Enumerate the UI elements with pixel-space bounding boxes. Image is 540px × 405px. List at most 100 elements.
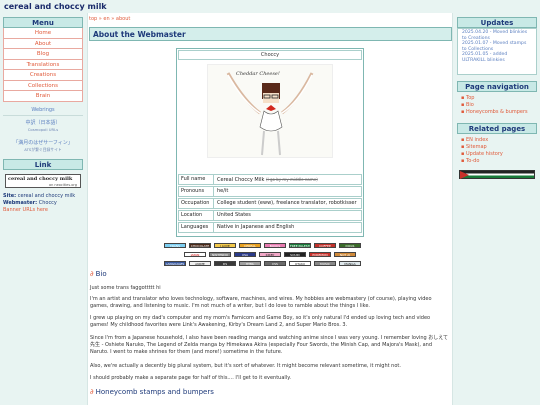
stamp: KIRBY xyxy=(259,252,281,257)
profile-card-title: Choccy xyxy=(178,50,362,60)
row-key: Location xyxy=(179,211,214,220)
link-info: Site: cereal and choccy milk Webmaster: … xyxy=(3,193,83,214)
webrings-label: Webrings xyxy=(3,107,83,116)
stamp: HTML xyxy=(239,261,261,266)
profile-card: Choccy Cheddar Cheese! Full name Cereal … xyxy=(176,48,364,237)
bio-heading: ∂ Bio xyxy=(90,270,107,278)
bio-paragraph-3: I grew up playing on my dad's computer a… xyxy=(90,315,431,328)
stamp: TRANS xyxy=(164,243,186,248)
stamp: BOOKS xyxy=(264,243,286,248)
nav-link-bio[interactable]: Bio xyxy=(461,102,533,109)
stamp: DOGS xyxy=(339,243,361,248)
nav-link-honeycombs[interactable]: Honeycombs & bumpers xyxy=(461,109,533,116)
menu-item-creations[interactable]: Creations xyxy=(3,70,83,81)
flag-triangle-icon xyxy=(460,171,469,179)
webring-sub-2: ATSが繋ぐ目録サイト xyxy=(24,146,62,152)
profile-row-pronouns: Pronouns he/it xyxy=(178,186,362,197)
related-link-sitemap[interactable]: Sitemap xyxy=(461,144,533,151)
menu-list: Home About Blog Translations Creations C… xyxy=(3,28,83,102)
row-value: College student (eww), freelance transla… xyxy=(217,200,357,206)
site-value: cereal and choccy milk xyxy=(17,192,76,199)
row-key: Occupation xyxy=(179,199,214,208)
site-banner[interactable]: cereal and choccy milk on neocities.org xyxy=(5,173,81,188)
page-title: About the Webmaster xyxy=(93,30,186,39)
menu-item-about[interactable]: About xyxy=(3,38,83,49)
row-key: Pronouns xyxy=(179,187,214,196)
profile-row-location: Location United States xyxy=(178,210,362,221)
site-label: Site: xyxy=(3,192,17,199)
menu-item-brain[interactable]: Brain xyxy=(3,91,83,102)
profile-row-languages: Languages Native in Japanese and English xyxy=(178,222,362,233)
webmaster-label: Webmaster: xyxy=(3,199,38,206)
related-link-todo[interactable]: To-do xyxy=(461,158,533,165)
bio-paragraph-4: Since I'm from a Japanese household, I a… xyxy=(90,335,449,355)
profile-photo: Cheddar Cheese! xyxy=(207,64,333,158)
site-title[interactable]: cereal and choccy milk xyxy=(4,2,107,11)
banner-sub: on neocities.org xyxy=(48,182,77,187)
menu-item-blog[interactable]: Blog xyxy=(3,49,83,60)
related-pages-header: Related pages xyxy=(457,123,537,134)
update-item: 2025.04.20 - Moved blinkies to Creations xyxy=(462,30,528,41)
webmaster-value: Choccy xyxy=(38,199,57,206)
honeycomb-heading: ∂ Honeycomb stamps and bumpers xyxy=(90,388,214,396)
stamp: DS xyxy=(214,261,236,266)
update-item: 2025.01.05 - added ULTRAKILL blinkies xyxy=(462,52,508,63)
link-header: Link xyxy=(3,158,83,170)
stamp: USA xyxy=(234,252,256,257)
bio-paragraph-2: I'm an artist and translator who loves t… xyxy=(90,296,432,309)
left-sidebar: Menu Home About Blog Translations Creati… xyxy=(3,17,83,214)
banner-text: cereal and choccy milk xyxy=(8,175,73,182)
row-value: Native in Japanese and English xyxy=(217,224,295,230)
stamp: NOT AI xyxy=(334,252,356,257)
row-value: United States xyxy=(217,212,251,218)
stamp: CSS xyxy=(264,261,286,266)
banner-urls-link[interactable]: Banner URLs here xyxy=(3,207,83,214)
menu-item-translations[interactable]: Translations xyxy=(3,59,83,70)
webring-link-1[interactable]: 中訳（日本語） xyxy=(3,119,83,126)
menu-header: Menu xyxy=(3,17,83,28)
stamp: CEREAL xyxy=(239,243,261,248)
row-key: Full name xyxy=(179,175,214,184)
page-navigation-header: Page navigation xyxy=(457,81,537,92)
bio-paragraph-1: Just some trans faggottttt hi xyxy=(90,285,161,291)
stamp: COFFEE xyxy=(314,243,336,248)
leaf-icon: ∂ xyxy=(90,270,94,278)
profile-row-occupation: Occupation College student (eww), freela… xyxy=(178,198,362,209)
stamp: JAPAN xyxy=(184,252,206,257)
row-value: he/it xyxy=(217,188,229,194)
menu-item-collections[interactable]: Collections xyxy=(3,80,83,91)
stamp: LANGUAGES xyxy=(164,261,186,266)
stamp: CHOCOLATE xyxy=(189,243,211,248)
updates-list[interactable]: 2025.04.20 - Moved blinkies to Creations… xyxy=(457,28,537,75)
page-navigation-list: Top Bio Honeycombs & bumpers xyxy=(457,92,537,119)
name-note: (I go by my middle name) xyxy=(265,177,318,182)
row-value: Cereal Choccy Milk (I go by my middle na… xyxy=(217,177,318,183)
stamp: MUSIC xyxy=(314,261,336,266)
stamp: I LOVE xyxy=(214,243,236,248)
stamp: NINTENDO xyxy=(209,252,231,257)
row-key: Languages xyxy=(179,223,214,232)
updates-header: Updates xyxy=(457,17,537,28)
stamp: ANIME xyxy=(189,261,211,266)
main-content: top » en » about About the Webmaster Cho… xyxy=(87,13,453,405)
top-bar: cereal and choccy milk xyxy=(0,0,540,13)
palestine-banner[interactable] xyxy=(459,170,535,179)
webring-sub-1: Cosmopoli URLs xyxy=(27,126,59,132)
stamp: MANGA xyxy=(339,261,361,266)
profile-row-fullname: Full name Cereal Choccy Milk (I go by my… xyxy=(178,174,362,185)
right-sidebar: Updates 2025.04.20 - Moved blinkies to C… xyxy=(457,17,537,179)
update-item: 2025.01.07 - Moved stamps to Collections xyxy=(462,41,527,52)
breadcrumb[interactable]: top » en » about xyxy=(89,16,130,22)
leaf-icon: ∂ xyxy=(90,388,94,396)
page-title-bar: About the Webmaster xyxy=(89,27,452,41)
bio-paragraph-5: Also, we're actually a decently big plur… xyxy=(90,363,401,369)
stamp: SQUID xyxy=(284,252,306,257)
webring-link-2[interactable]: 「満月のはぜサーフィン」 xyxy=(3,139,83,146)
stamp: FREE PALESTINE xyxy=(289,243,311,248)
stamp: OTAKU xyxy=(289,261,311,266)
related-link-update-history[interactable]: Update history xyxy=(461,151,533,158)
drawing-icon xyxy=(226,72,314,156)
nav-link-top[interactable]: Top xyxy=(461,95,533,102)
menu-item-home[interactable]: Home xyxy=(3,28,83,39)
related-link-en-index[interactable]: EN index xyxy=(461,137,533,144)
